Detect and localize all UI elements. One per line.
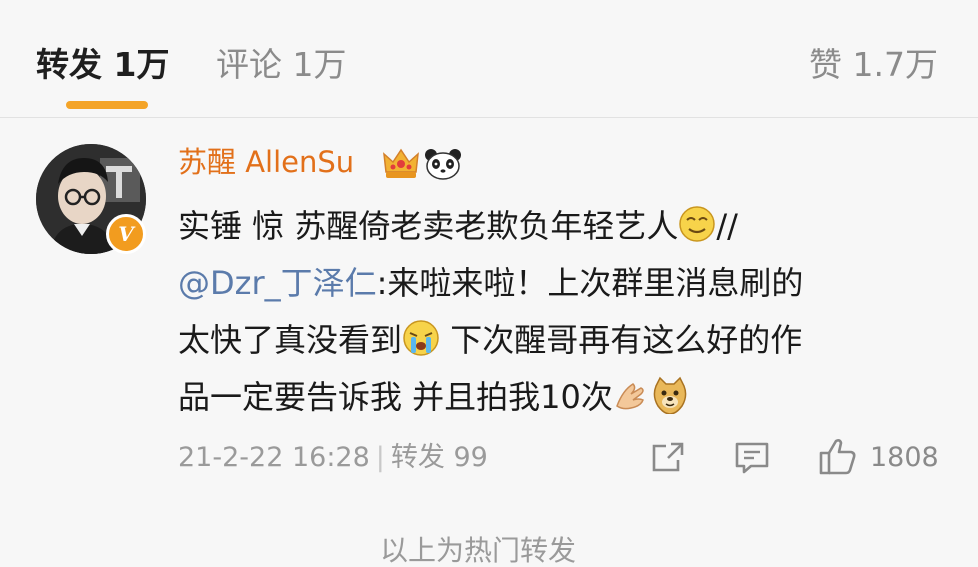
- tab-like[interactable]: 赞 1.7万: [809, 43, 938, 87]
- verified-v-icon: V: [106, 214, 146, 254]
- post-content: 实锤 惊 苏醒倚老卖老欺负年轻艺人 // @Dzr_丁泽仁:来啦来啦！上次群里消…: [178, 198, 948, 426]
- like-count: 1808: [870, 442, 939, 473]
- content-text: 下次醒哥再有这么好的作: [440, 321, 803, 359]
- panda-icon: [425, 149, 461, 180]
- repost-item: V 苏醒 AllenSu 实锤 惊 苏醒倚老卖老欺负年轻艺人 // @Dzr_丁…: [0, 118, 978, 566]
- tab-comment[interactable]: 评论 1万: [216, 43, 347, 87]
- meta-separator: |: [375, 442, 385, 473]
- content-text: :来啦来啦！上次群里消息刷的: [376, 264, 804, 302]
- tabs-bar: 转发 1万 评论 1万 赞 1.7万: [0, 0, 978, 118]
- content-text: 太快了真没看到: [178, 321, 403, 359]
- share-icon[interactable]: [650, 440, 686, 476]
- comment-icon[interactable]: [734, 440, 770, 476]
- crown-icon: [383, 148, 419, 178]
- timestamp: 21-2-22 16:28: [178, 442, 370, 473]
- crying-emoji: [402, 319, 440, 357]
- repost-count[interactable]: 转发 99: [391, 442, 488, 473]
- content-text: 实锤 惊 苏醒倚老卖老欺负年轻艺人: [178, 207, 679, 245]
- username[interactable]: 苏醒 AllenSu: [178, 142, 354, 182]
- content-line-3: 太快了真没看到 下次醒哥再有这么好的作: [178, 312, 948, 369]
- thumbs-up-icon[interactable]: [818, 436, 858, 476]
- smirk-emoji: [678, 205, 716, 243]
- content-line-1: 实锤 惊 苏醒倚老卖老欺负年轻艺人 //: [178, 198, 948, 255]
- active-tab-indicator: [66, 101, 148, 109]
- content-line-2: @Dzr_丁泽仁:来啦来啦！上次群里消息刷的: [178, 255, 948, 312]
- doge-emoji: [651, 376, 689, 414]
- content-line-4: 品一定要告诉我 并且拍我10次: [178, 369, 948, 426]
- repost-separator: //: [716, 207, 738, 245]
- tab-repost[interactable]: 转发 1万: [36, 43, 169, 87]
- footer-text: 以上为热门转发: [380, 534, 577, 567]
- content-text: 品一定要告诉我 并且拍我10次: [178, 378, 613, 416]
- clap-hands-emoji: [613, 376, 651, 414]
- post-meta: 21-2-22 16:28 | 转发 99: [178, 438, 488, 478]
- mention-link[interactable]: @Dzr_丁泽仁: [178, 264, 377, 302]
